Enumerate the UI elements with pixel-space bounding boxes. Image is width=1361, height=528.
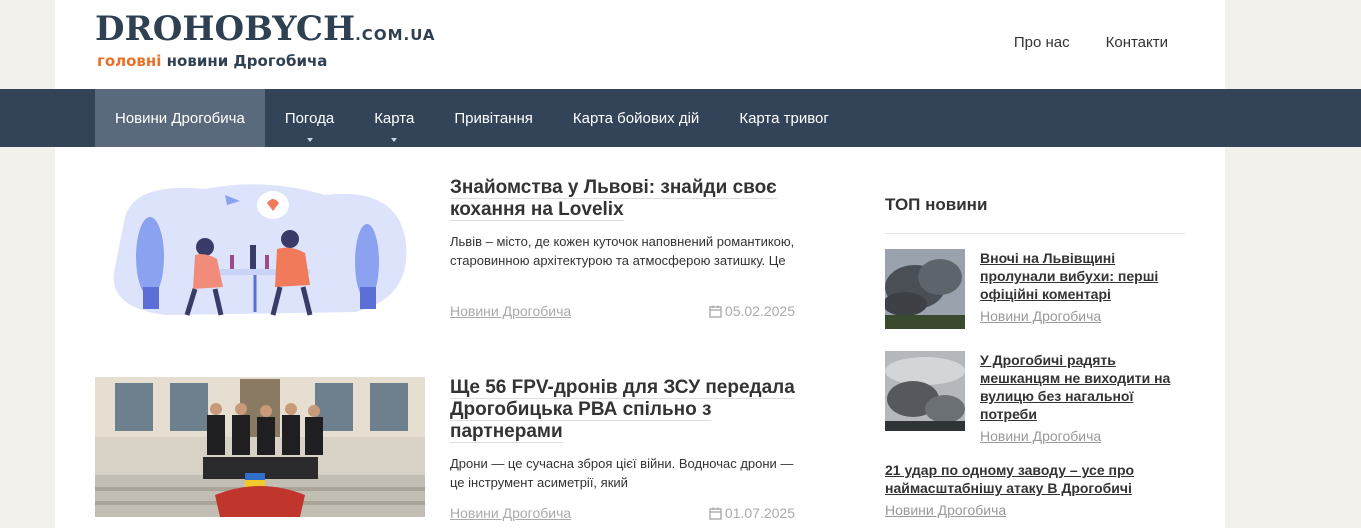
news-thumbnail[interactable] — [885, 249, 965, 329]
nav-item-greetings[interactable]: Привітання — [434, 89, 553, 147]
article-category-link[interactable]: Новини Дрогобича — [450, 505, 571, 521]
calendar-icon — [709, 507, 722, 520]
sidebar-news-item: У Дрогобичі радять мешканцям не виходити… — [885, 351, 1185, 444]
article-excerpt: Дрони — це сучасна зброя цієї війни. Вод… — [450, 456, 794, 490]
page-container: DROHOBYCH.COM.UA головні новини Дрогобич… — [55, 0, 1225, 528]
sidebar-top-news: ТОП новини Вночі на Львівщині пролунали … — [885, 195, 1185, 518]
article-excerpt: Львів – місто, де кожен куточок наповнен… — [450, 234, 795, 268]
contacts-link[interactable]: Контакти — [1106, 34, 1168, 51]
main-navbar: Новини Дрогобича Погода Карта Привітання… — [0, 89, 1361, 147]
dropdown-caret-icon — [391, 138, 398, 142]
site-header: DROHOBYCH.COM.UA головні новини Дрогобич… — [55, 0, 1225, 89]
sidebar-news-title[interactable]: У Дрогобичі радять мешканцям не виходити… — [980, 351, 1185, 423]
calendar-icon — [709, 305, 722, 318]
nav-menu: Новини Дрогобича Погода Карта Привітання… — [95, 89, 849, 147]
nav-item-weather[interactable]: Погода — [265, 89, 354, 147]
about-link[interactable]: Про нас — [1014, 34, 1070, 51]
dropdown-caret-icon — [306, 138, 313, 142]
sidebar-news-title[interactable]: Вночі на Львівщині пролунали вибухи: пер… — [980, 249, 1185, 303]
sidebar-divider — [885, 233, 1185, 234]
nav-item-map[interactable]: Карта — [354, 89, 434, 147]
article-title[interactable]: Ще 56 FPV-дронів для ЗСУ передала Дрогоб… — [450, 377, 795, 443]
sidebar-title: ТОП новини — [885, 195, 988, 214]
nav-item-news[interactable]: Новини Дрогобича — [95, 89, 265, 147]
logo-tagline-rest: новини Дрогобича — [161, 52, 328, 70]
news-thumbnail[interactable] — [885, 351, 965, 431]
article-image-dating[interactable] — [95, 177, 425, 317]
site-logo[interactable]: DROHOBYCH.COM.UA головні новини Дрогобич… — [95, 9, 436, 70]
nav-item-battle-map[interactable]: Карта бойових дій — [553, 89, 719, 147]
header-links: Про нас Контакти — [1014, 34, 1168, 51]
article-card: Знайомства у Львові: знайди своє кохання… — [95, 177, 795, 337]
logo-tagline-accent: головні — [97, 52, 162, 70]
article-meta: Новини Дрогобича 01.07.2025 — [450, 505, 795, 521]
article-meta: Новини Дрогобича 05.02.2025 — [450, 303, 795, 319]
article-date: 01.07.2025 — [724, 505, 795, 521]
article-image-drones[interactable] — [95, 377, 425, 517]
logo-name: DROHOBYCH — [95, 9, 356, 49]
sidebar-news-title[interactable]: 21 удар по одному заводу – усе про найма… — [885, 461, 1185, 497]
sidebar-news-item: Вночі на Львівщині пролунали вибухи: пер… — [885, 249, 1185, 329]
nav-item-alert-map[interactable]: Карта тривог — [719, 89, 849, 147]
sidebar-news-category[interactable]: Новини Дрогобича — [980, 427, 1185, 445]
article-category-link[interactable]: Новини Дрогобича — [450, 303, 571, 319]
article-date: 05.02.2025 — [724, 303, 795, 319]
sidebar-news-category[interactable]: Новини Дрогобича — [980, 307, 1185, 325]
sidebar-news-item: 21 удар по одному заводу – усе про найма… — [885, 461, 1185, 521]
article-card: Ще 56 FPV-дронів для ЗСУ передала Дрогоб… — [95, 377, 795, 528]
logo-tld: .COM.UA — [355, 26, 436, 44]
sidebar-news-category[interactable]: Новини Дрогобича — [885, 501, 1185, 519]
article-title[interactable]: Знайомства у Львові: знайди своє кохання… — [450, 177, 777, 221]
